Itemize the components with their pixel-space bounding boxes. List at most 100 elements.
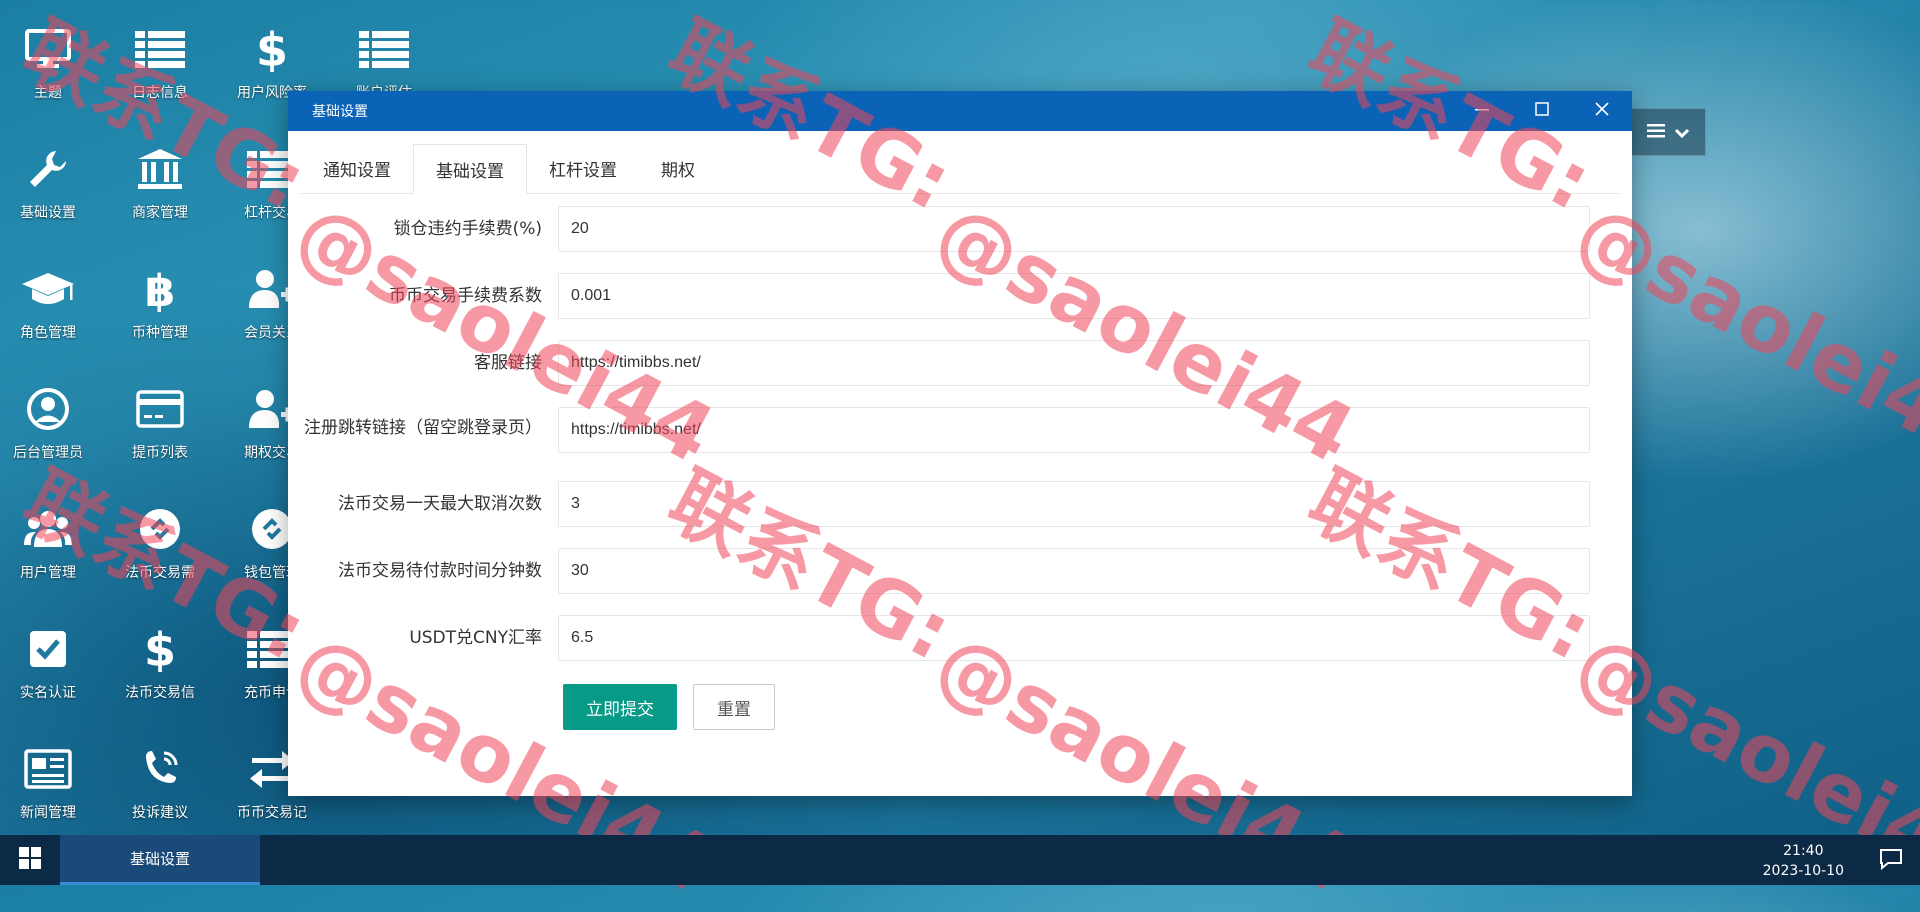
desktop-icon-label: 币币交易记	[237, 805, 307, 821]
wrench-icon	[0, 140, 103, 198]
desktop-icon-label: 投诉建议	[132, 805, 188, 821]
form-actions: 立即提交 重置	[563, 684, 1632, 730]
desktop-icon[interactable]: 用户管理	[0, 500, 103, 582]
desktop-icon[interactable]: 主题	[0, 20, 103, 102]
desktop-icon[interactable]: 商家管理	[105, 140, 215, 222]
form-row: 法币交易一天最大取消次数 3	[288, 481, 1632, 527]
svg-text:$: $	[144, 626, 176, 672]
windows-icon	[19, 847, 41, 873]
field-label: 注册跳转链接（留空跳登录页）	[304, 418, 542, 438]
minimize-button[interactable]	[1452, 91, 1512, 131]
tab-basic-settings[interactable]: 基础设置	[413, 144, 527, 194]
clock[interactable]: 21:40 2023-10-10	[1763, 841, 1844, 881]
taskbar: 基础设置 21:40 2023-10-10	[0, 835, 1920, 885]
form-row: 币币交易手续费系数 0.001	[288, 273, 1632, 319]
field-label: USDT兑CNY汇率	[409, 628, 542, 648]
field-label: 客服链接	[474, 353, 542, 373]
list-icon	[105, 20, 215, 78]
clock-date: 2023-10-10	[1762, 863, 1844, 879]
support-link-input[interactable]: https://timibbs.net/	[558, 340, 1590, 386]
tab-leverage-settings[interactable]: 杠杆设置	[527, 143, 639, 193]
trade-fee-rate-input[interactable]: 0.001	[558, 273, 1590, 319]
menu-widget[interactable]	[1630, 108, 1706, 156]
maximize-icon	[1535, 102, 1549, 120]
desktop-icon-label: 提币列表	[132, 445, 188, 461]
link-icon	[105, 500, 215, 558]
tab-options[interactable]: 期权	[639, 143, 717, 193]
window-titlebar[interactable]: 基础设置	[288, 91, 1632, 131]
desktop-icon[interactable]: 提币列表	[105, 380, 215, 462]
close-icon	[1595, 102, 1609, 120]
users-icon	[0, 500, 103, 558]
payment-timeout-input[interactable]: 30	[558, 548, 1590, 594]
desktop-icon[interactable]: 后台管理员	[0, 380, 103, 462]
notification-button[interactable]	[1878, 847, 1904, 875]
chat-bubble-icon	[1878, 849, 1904, 875]
form-row: 锁仓违约手续费(%) 20	[288, 206, 1632, 252]
tab-bar: 通知设置 基础设置 杠杆设置 期权	[300, 131, 1620, 194]
monitor-icon	[0, 20, 103, 78]
desktop-icon-label: 角色管理	[20, 325, 76, 341]
window-title: 基础设置	[312, 104, 368, 120]
svg-text:$: $	[256, 26, 288, 72]
desktop-icon[interactable]: ฿ 币种管理	[105, 260, 215, 342]
desktop-icon[interactable]: 基础设置	[0, 140, 103, 222]
list-icon	[329, 20, 439, 78]
desktop-icon-label: 商家管理	[132, 205, 188, 221]
form-row: 客服链接 https://timibbs.net/	[288, 340, 1632, 386]
credit-card-icon	[105, 380, 215, 438]
form-row: 法币交易待付款时间分钟数 30	[288, 548, 1632, 594]
field-label: 法币交易一天最大取消次数	[338, 494, 542, 514]
desktop-icon-label: 法币交易需	[125, 565, 195, 581]
desktop-icon[interactable]: 角色管理	[0, 260, 103, 342]
phone-icon	[105, 740, 215, 798]
desktop-icon[interactable]: 投诉建议	[105, 740, 215, 822]
desktop-icon[interactable]: $ 用户风险率	[217, 20, 327, 102]
max-cancel-count-input[interactable]: 3	[558, 481, 1590, 527]
chevron-down-icon[interactable]	[1674, 123, 1690, 142]
desktop-icon[interactable]: 法币交易需	[105, 500, 215, 582]
dollar-icon: $	[105, 620, 215, 678]
submit-button[interactable]: 立即提交	[563, 684, 677, 730]
usdt-cny-rate-input[interactable]: 6.5	[558, 615, 1590, 661]
checkbox-icon	[0, 620, 103, 678]
dollar-icon: $	[217, 20, 327, 78]
newspaper-icon	[0, 740, 103, 798]
desktop-icon-label: 日志信息	[132, 85, 188, 101]
field-label: 法币交易待付款时间分钟数	[338, 561, 542, 581]
tab-notification-settings[interactable]: 通知设置	[300, 143, 413, 193]
reset-button[interactable]: 重置	[693, 684, 775, 730]
maximize-button[interactable]	[1512, 91, 1572, 131]
clock-time: 21:40	[1783, 843, 1824, 859]
menu-icon[interactable]	[1647, 123, 1665, 142]
desktop-icon[interactable]: 新闻管理	[0, 740, 103, 822]
desktop-icon-label: 币种管理	[132, 325, 188, 341]
desktop-icon-label: 法币交易信	[125, 685, 195, 701]
field-label: 币币交易手续费系数	[389, 286, 542, 306]
bitcoin-icon: ฿	[105, 260, 215, 318]
svg-text:฿: ฿	[145, 266, 176, 312]
settings-form: 锁仓违约手续费(%) 20 币币交易手续费系数 0.001 客服链接 https…	[288, 194, 1632, 730]
desktop-icon-label: 实名认证	[20, 685, 76, 701]
form-row: 注册跳转链接（留空跳登录页） https://timibbs.net/	[288, 407, 1632, 453]
desktop-icon-label: 后台管理员	[13, 445, 83, 461]
minimize-icon	[1475, 102, 1489, 120]
graduation-cap-icon	[0, 260, 103, 318]
field-label: 锁仓违约手续费(%)	[393, 219, 542, 239]
desktop-icon-label: 用户管理	[20, 565, 76, 581]
desktop-icon-label: 主题	[34, 85, 62, 101]
desktop-icon[interactable]: $ 法币交易信	[105, 620, 215, 702]
lock-penalty-fee-input[interactable]: 20	[558, 206, 1590, 252]
desktop-icon[interactable]: 日志信息	[105, 20, 215, 102]
settings-window: 基础设置 通知设置 基础设置 杠杆设置 期权 锁仓违约手续费(%) 20 币币交…	[288, 91, 1632, 796]
desktop-icon[interactable]: 账户评估	[329, 20, 439, 102]
start-button[interactable]	[0, 835, 60, 885]
desktop-icon[interactable]: 实名认证	[0, 620, 103, 702]
user-circle-icon	[0, 380, 103, 438]
form-row: USDT兑CNY汇率 6.5	[288, 615, 1632, 661]
desktop-icon-label: 基础设置	[20, 205, 76, 221]
register-redirect-input[interactable]: https://timibbs.net/	[558, 407, 1590, 453]
taskbar-item-active[interactable]: 基础设置	[60, 835, 260, 885]
close-button[interactable]	[1572, 91, 1632, 131]
bank-icon	[105, 140, 215, 198]
